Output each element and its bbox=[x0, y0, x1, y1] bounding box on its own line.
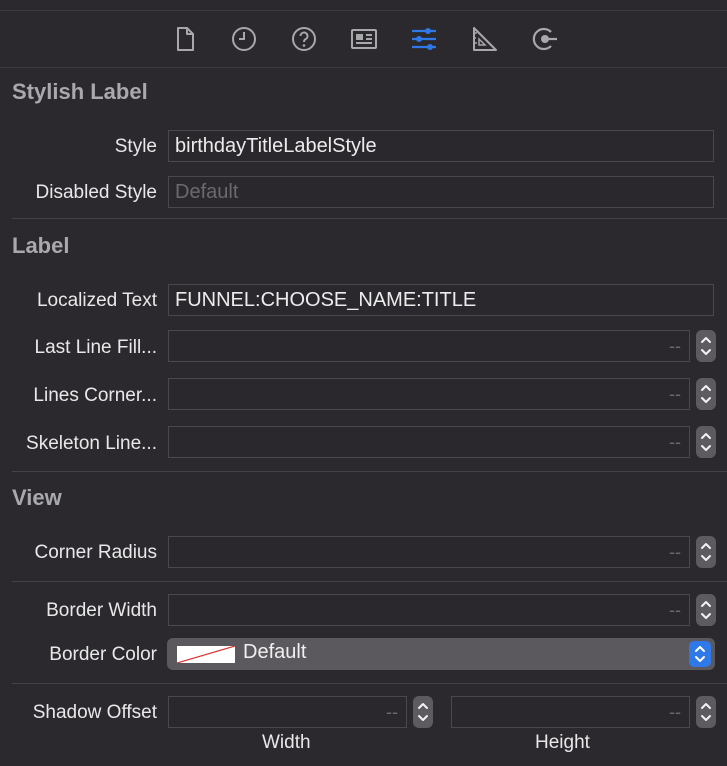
disabled-style-field[interactable]: Default bbox=[168, 176, 714, 208]
empty-value: -- bbox=[669, 432, 681, 452]
section-divider bbox=[12, 581, 727, 582]
toolbar-divider bbox=[0, 67, 727, 68]
attributes-icon[interactable] bbox=[410, 25, 438, 53]
stepper-icon bbox=[701, 543, 711, 561]
empty-value: -- bbox=[669, 336, 681, 356]
empty-value: -- bbox=[669, 542, 681, 562]
stepper-icon bbox=[701, 601, 711, 619]
width-sublabel: Width bbox=[262, 732, 311, 753]
corner-radius-stepper[interactable] bbox=[696, 536, 716, 568]
border-color-popup[interactable]: Default bbox=[167, 638, 715, 670]
style-field[interactable]: birthdayTitleLabelStyle bbox=[168, 130, 714, 162]
empty-value: -- bbox=[669, 384, 681, 404]
section-divider bbox=[12, 218, 727, 219]
shadow-offset-width-field[interactable]: -- bbox=[168, 696, 407, 728]
shadow-offset-width-stepper[interactable] bbox=[413, 696, 433, 728]
corner-radius-field[interactable]: -- bbox=[168, 536, 690, 568]
identity-icon[interactable] bbox=[350, 25, 378, 53]
connections-icon[interactable] bbox=[530, 25, 558, 53]
border-width-stepper[interactable] bbox=[696, 594, 716, 626]
stepper-icon bbox=[701, 703, 711, 721]
file-icon[interactable] bbox=[171, 25, 199, 53]
lines-corner-stepper[interactable] bbox=[696, 378, 716, 410]
last-line-fill-label: Last Line Fill... bbox=[34, 337, 158, 358]
skeleton-line-stepper[interactable] bbox=[696, 426, 716, 458]
help-icon[interactable] bbox=[290, 25, 318, 53]
empty-value: -- bbox=[386, 702, 398, 722]
height-sublabel: Height bbox=[535, 732, 590, 753]
shadow-offset-height-field[interactable]: -- bbox=[451, 696, 690, 728]
stepper-icon bbox=[418, 703, 428, 721]
localized-text-label: Localized Text bbox=[36, 290, 157, 311]
size-icon[interactable] bbox=[470, 25, 498, 53]
skeleton-line-label: Skeleton Line... bbox=[26, 433, 157, 454]
border-color-value: Default bbox=[243, 641, 307, 663]
section-divider bbox=[12, 683, 727, 684]
border-width-label: Border Width bbox=[46, 600, 157, 621]
lines-corner-field[interactable]: -- bbox=[168, 378, 690, 410]
skeleton-line-field[interactable]: -- bbox=[168, 426, 690, 458]
shadow-offset-height-stepper[interactable] bbox=[696, 696, 716, 728]
empty-value: -- bbox=[669, 600, 681, 620]
lines-corner-label: Lines Corner... bbox=[33, 385, 157, 406]
empty-value: -- bbox=[669, 702, 681, 722]
corner-radius-label: Corner Radius bbox=[34, 542, 158, 563]
section-title-stylish-label: Stylish Label bbox=[12, 79, 148, 104]
inspector-toolbar bbox=[0, 11, 727, 67]
border-color-label: Border Color bbox=[49, 644, 157, 665]
stepper-icon bbox=[701, 337, 711, 355]
section-title-view: View bbox=[12, 485, 62, 510]
popup-chevron-icon bbox=[689, 641, 711, 667]
history-icon[interactable] bbox=[230, 25, 258, 53]
style-label: Style bbox=[114, 136, 157, 157]
section-title-label: Label bbox=[12, 233, 70, 258]
shadow-offset-label: Shadow Offset bbox=[32, 702, 157, 723]
last-line-fill-stepper[interactable] bbox=[696, 330, 716, 362]
last-line-fill-field[interactable]: -- bbox=[168, 330, 690, 362]
border-width-field[interactable]: -- bbox=[168, 594, 690, 626]
section-divider bbox=[12, 471, 727, 472]
no-color-swatch-icon bbox=[177, 646, 235, 663]
stepper-icon bbox=[701, 433, 711, 451]
disabled-style-label: Disabled Style bbox=[35, 182, 157, 203]
localized-text-field[interactable]: FUNNEL:CHOOSE_NAME:TITLE bbox=[168, 284, 714, 316]
stepper-icon bbox=[701, 385, 711, 403]
